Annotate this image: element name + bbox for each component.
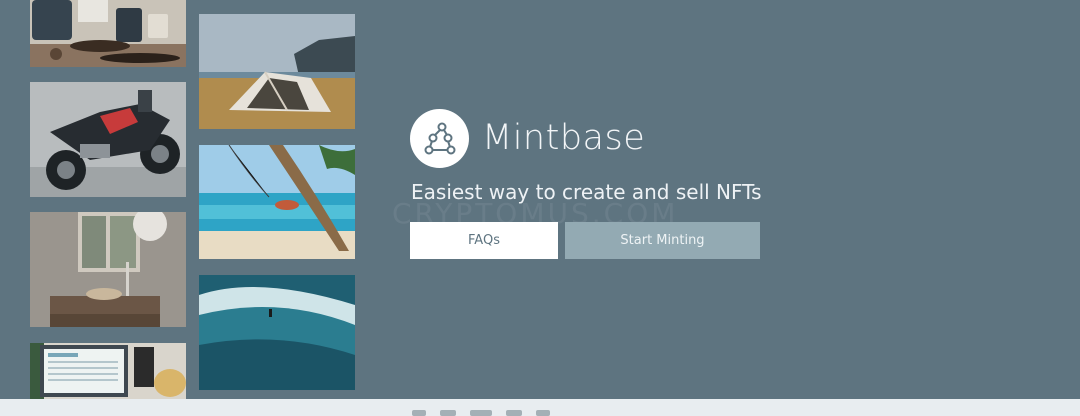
hero-section: Mintbase Easiest way to create and sell …: [410, 108, 830, 259]
photo-motorcycle: [30, 82, 186, 197]
bottom-nav-hints: [412, 410, 550, 416]
photo-surfer-wave: [199, 275, 355, 390]
brand-name: Mintbase: [482, 118, 646, 158]
brand-row: Mintbase: [410, 108, 830, 168]
bottom-nav-bar: [0, 399, 1080, 416]
tagline: Easiest way to create and sell NFTs: [411, 180, 762, 204]
photo-coffee-brewing: [30, 0, 186, 67]
photo-beach-hammock: [199, 145, 355, 259]
network-nodes-icon[interactable]: [410, 108, 469, 168]
landing-page: CRYPTOMUS.COM Mintbase Easiest way to cr…: [0, 0, 1080, 416]
start-minting-button[interactable]: Start Minting: [565, 222, 760, 259]
faqs-button[interactable]: FAQs: [410, 222, 558, 259]
photo-laptop-desk: [30, 343, 186, 399]
photo-camping-tent: [199, 14, 355, 129]
photo-washbasin-window: [30, 212, 186, 327]
